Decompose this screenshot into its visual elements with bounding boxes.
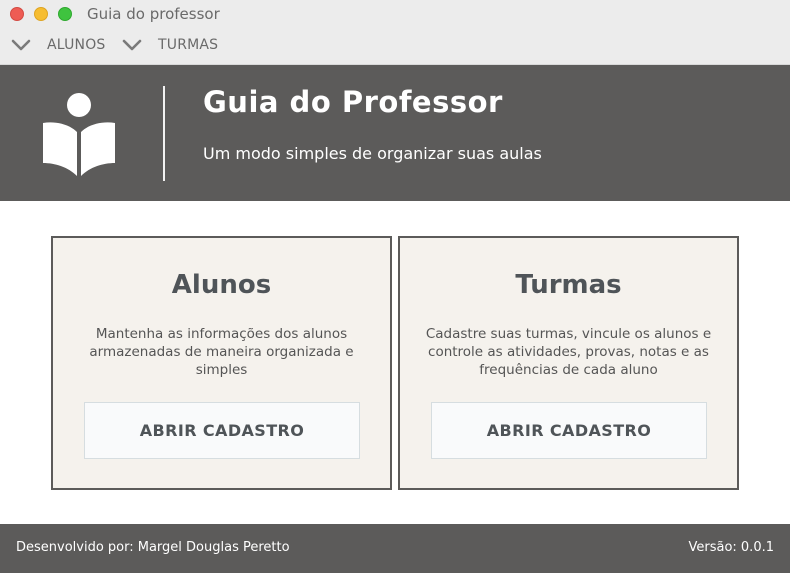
- menu-turmas[interactable]: TURMAS: [122, 37, 218, 53]
- card-alunos: Alunos Mantenha as informações dos aluno…: [51, 236, 392, 490]
- close-window-button[interactable]: [10, 7, 24, 21]
- card-turmas-description: Cadastre suas turmas, vincule os alunos …: [425, 326, 712, 378]
- open-alunos-register-button[interactable]: ABRIR CADASTRO: [84, 402, 360, 459]
- window-title: Guia do professor: [87, 5, 220, 23]
- menu-alunos[interactable]: ALUNOS: [11, 37, 106, 53]
- card-alunos-title: Alunos: [171, 270, 272, 300]
- header-banner: Guia do Professor Um modo simples de org…: [0, 65, 790, 201]
- reading-person-book-icon: [43, 93, 115, 176]
- header-divider: [163, 86, 165, 181]
- developer-credit: Desenvolvido por: Margel Douglas Peretto: [16, 540, 290, 555]
- minimize-window-button[interactable]: [34, 7, 48, 21]
- chevron-down-icon: [122, 39, 142, 51]
- page-title: Guia do Professor: [203, 85, 503, 119]
- app-window: Guia do professor ALUNOS TURMAS Guia do …: [0, 0, 790, 573]
- card-turmas: Turmas Cadastre suas turmas, vincule os …: [398, 236, 739, 490]
- card-turmas-title: Turmas: [515, 270, 622, 300]
- maximize-window-button[interactable]: [58, 7, 72, 21]
- open-turmas-register-label: ABRIR CADASTRO: [486, 421, 652, 440]
- open-turmas-register-button[interactable]: ABRIR CADASTRO: [431, 402, 707, 459]
- menu-bar: ALUNOS TURMAS: [0, 28, 790, 65]
- page-subtitle: Um modo simples de organizar suas aulas: [203, 144, 542, 163]
- card-alunos-description: Mantenha as informações dos alunos armaz…: [89, 326, 354, 378]
- menu-alunos-label: ALUNOS: [47, 37, 106, 53]
- title-bar: Guia do professor: [0, 0, 790, 28]
- open-alunos-register-label: ABRIR CADASTRO: [139, 421, 305, 440]
- version-label: Versão: 0.0.1: [688, 540, 774, 555]
- footer: Desenvolvido por: Margel Douglas Peretto…: [0, 524, 790, 573]
- chevron-down-icon: [11, 39, 31, 51]
- menu-turmas-label: TURMAS: [158, 37, 219, 53]
